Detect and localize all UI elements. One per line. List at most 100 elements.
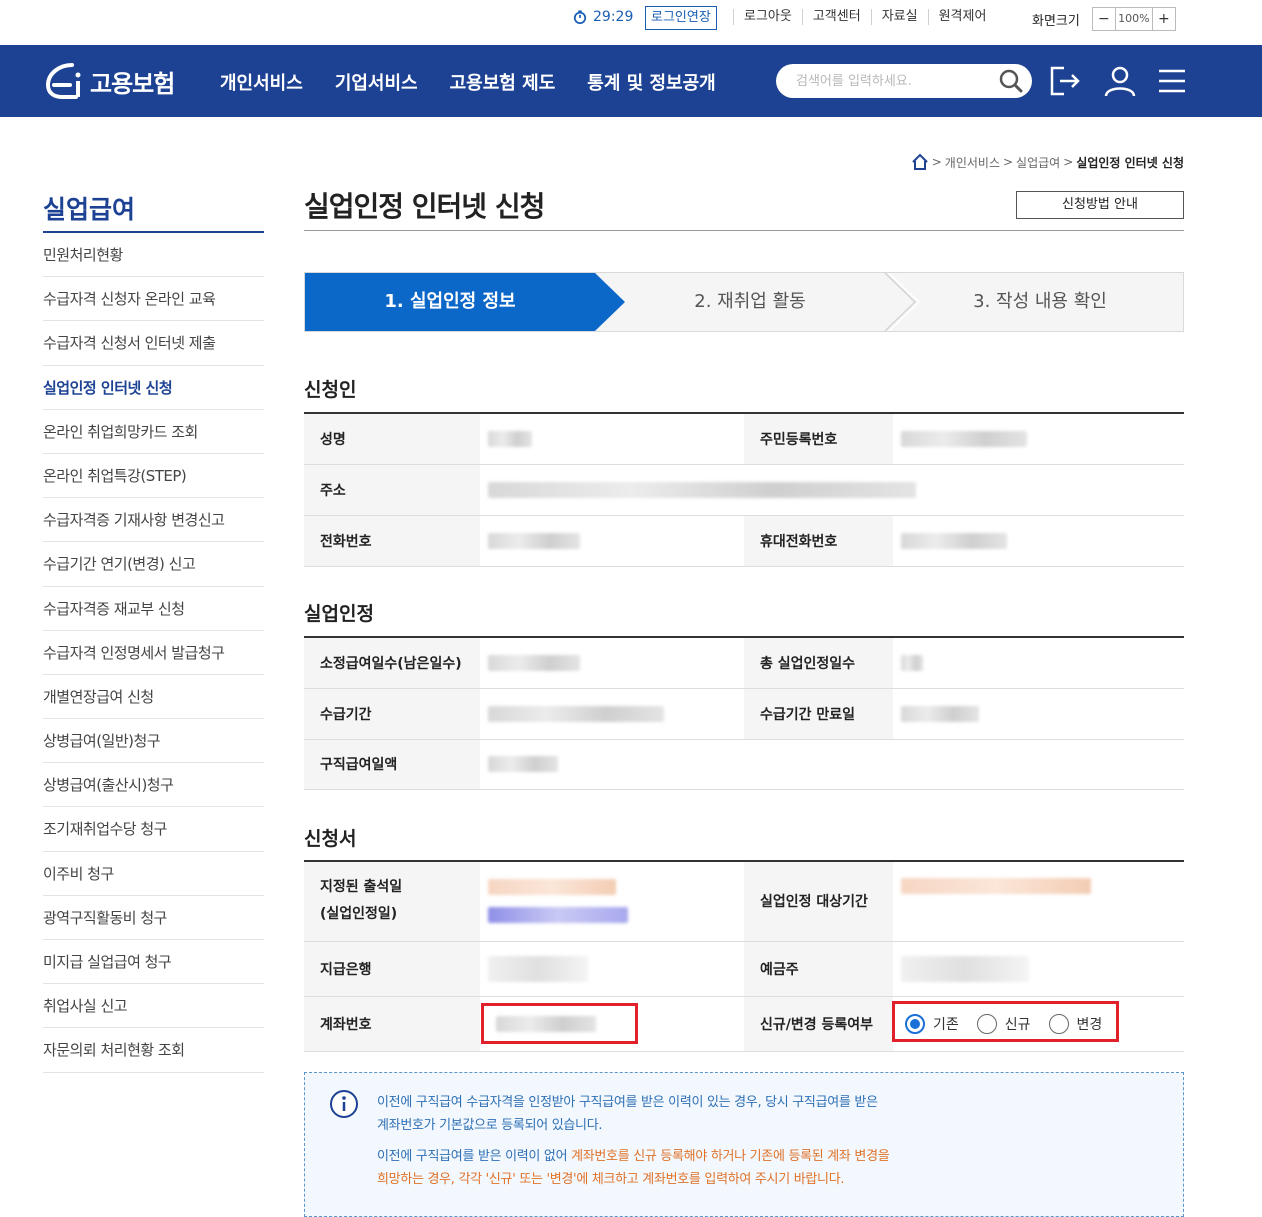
highlight-register-type	[892, 1001, 1119, 1042]
sidebar-item[interactable]: 이주비 청구	[43, 852, 264, 896]
benefit-period-value	[480, 688, 744, 740]
step-2: 2. 재취업 활동	[694, 291, 806, 312]
sidebar-item[interactable]: 자문의뢰 처리현황 조회	[43, 1028, 264, 1073]
sidebar-item-active[interactable]: 실업인정 인터넷 신청	[43, 366, 264, 410]
utility-bar: 29:29 로그인연장 로그아웃 고객센터 자료실 원격제어 화면크기 − 10…	[0, 0, 1262, 45]
site-logo[interactable]: 고용보험	[42, 59, 175, 103]
address-value	[480, 464, 1184, 516]
benefit-period-label: 수급기간	[304, 688, 480, 740]
bank-select[interactable]	[480, 941, 744, 997]
step-1: 1. 실업인정 정보	[384, 291, 516, 312]
breadcrumb-sep: >	[931, 155, 942, 169]
sidebar-item[interactable]: 상병급여(출산시)청구	[43, 763, 264, 808]
notice-line-3b: 계좌번호를 신규 등록해야 하거나 기존에 등록된 계좌 변경을	[571, 1149, 890, 1164]
logo-text: 고용보험	[90, 69, 175, 98]
total-days-value	[893, 637, 1184, 689]
section-title-recognition: 실업인정	[304, 603, 374, 625]
main-nav: 개인서비스 기업서비스 고용보험 제도 통계 및 정보공개	[220, 69, 716, 95]
notice-line-3: 이전에 구직급여를 받은 이력이 없어 계좌번호를 신규 등록해야 하거나 기존…	[377, 1145, 890, 1168]
rrn-label: 주민등록번호	[744, 413, 893, 465]
zoom-out-button[interactable]: −	[1093, 8, 1115, 30]
daily-benefit-value	[480, 739, 1184, 790]
sidebar-item[interactable]: 수급자격 인정명세서 발급청구	[43, 631, 264, 675]
highlight-account-number	[481, 1003, 638, 1044]
sidebar-title: 실업급여	[43, 190, 264, 233]
sidebar-item[interactable]: 온라인 취업특강(STEP)	[43, 454, 264, 499]
attendance-date-label: 지정된 출석일 (실업인정일)	[304, 861, 480, 942]
attendance-label-line1: 지정된 출석일	[320, 879, 403, 896]
sidebar-item[interactable]: 광역구직활동비 청구	[43, 896, 264, 940]
zoom-box: − 100% +	[1091, 7, 1176, 31]
user-icon[interactable]	[1103, 64, 1137, 98]
breadcrumb-sep: >	[1063, 155, 1074, 169]
phone-value	[480, 515, 744, 567]
section-title-form: 신청서	[304, 828, 357, 850]
sidebar-item[interactable]: 수급자격 신청서 인터넷 제출	[43, 321, 264, 366]
main-content: 실업인정 인터넷 신청 신청방법 안내 1. 실업인정 정보 2. 재취업 활동…	[304, 185, 1184, 1217]
bank-label: 지급은행	[304, 941, 480, 997]
sidebar-item[interactable]: 조기재취업수당 청구	[43, 807, 264, 852]
zoom-in-button[interactable]: +	[1153, 8, 1175, 30]
mobile-label: 휴대전화번호	[744, 515, 893, 567]
zoom-label: 화면크기	[1032, 13, 1080, 29]
library-link[interactable]: 자료실	[870, 9, 928, 25]
breadcrumb-item[interactable]: 개인서비스	[945, 154, 1000, 171]
notice-line-3a: 이전에 구직급여를 받은 이력이 없어	[377, 1149, 572, 1164]
sidebar-item[interactable]: 취업사실 신고	[43, 984, 264, 1029]
sidebar-item[interactable]: 수급자격 신청자 온라인 교육	[43, 277, 264, 322]
stopwatch-icon	[573, 10, 587, 24]
step-3: 3. 작성 내용 확인	[973, 291, 1107, 312]
nav-personal[interactable]: 개인서비스	[220, 69, 303, 95]
guide-button[interactable]: 신청방법 안내	[1016, 191, 1184, 219]
attendance-label-line2: (실업인정일)	[320, 906, 398, 923]
ei-logo-icon	[45, 63, 81, 99]
customer-center-link[interactable]: 고객센터	[801, 9, 871, 25]
session-timer: 29:29	[573, 9, 633, 25]
nav-business[interactable]: 기업서비스	[335, 69, 418, 95]
site-header: 고용보험 개인서비스 기업서비스 고용보험 제도 통계 및 정보공개	[0, 45, 1262, 117]
search-box	[776, 64, 1032, 98]
daily-benefit-label: 구직급여일액	[304, 739, 480, 790]
target-period-label: 실업인정 대상기간	[744, 861, 893, 942]
info-icon	[330, 1090, 358, 1118]
notice-line-2: 계좌번호가 기본값으로 등록되어 있습니다.	[377, 1118, 603, 1133]
logout-icon[interactable]	[1048, 64, 1082, 98]
sidebar-item[interactable]: 수급자격증 기재사항 변경신고	[43, 498, 264, 543]
menu-icon[interactable]	[1155, 64, 1189, 98]
attendance-date-value	[480, 861, 744, 942]
nav-statistics[interactable]: 통계 및 정보공개	[587, 69, 715, 95]
benefit-days-value	[480, 637, 744, 689]
account-holder-value	[893, 941, 1184, 997]
breadcrumb: > 개인서비스 > 실업급여 > 실업인정 인터넷 신청	[911, 153, 1184, 171]
logout-link[interactable]: 로그아웃	[733, 9, 802, 25]
mobile-value	[893, 515, 1184, 567]
sidebar-item[interactable]: 수급기간 연기(변경) 신고	[43, 542, 264, 587]
sidebar-item[interactable]: 개별연장급여 신청	[43, 675, 264, 720]
notice-box: 이전에 구직급여 수급자격을 인정받아 구직급여를 받은 이력이 있는 경우, …	[304, 1072, 1184, 1217]
rrn-value	[893, 413, 1184, 465]
name-label: 성명	[304, 413, 480, 465]
sidebar-item[interactable]: 미지급 실업급여 청구	[43, 940, 264, 985]
remote-control-link[interactable]: 원격제어	[927, 9, 997, 25]
notice-line-1: 이전에 구직급여 수급자격을 인정받아 구직급여를 받은 이력이 있는 경우, …	[377, 1095, 878, 1110]
sidebar-item[interactable]: 민원처리현황	[43, 233, 264, 278]
register-type-label: 신규/변경 등록여부	[744, 996, 893, 1052]
sidebar: 실업급여 민원처리현황 수급자격 신청자 온라인 교육 수급자격 신청서 인터넷…	[43, 190, 264, 1073]
sidebar-item[interactable]: 온라인 취업희망카드 조회	[43, 410, 264, 454]
timer-value: 29:29	[593, 9, 634, 25]
breadcrumb-item[interactable]: 실업급여	[1016, 154, 1060, 171]
home-icon[interactable]	[911, 153, 929, 171]
sidebar-item[interactable]: 상병급여(일반)청구	[43, 719, 264, 764]
address-label: 주소	[304, 464, 480, 516]
search-input[interactable]	[796, 71, 986, 91]
breadcrumb-current: 실업인정 인터넷 신청	[1076, 155, 1184, 170]
search-icon[interactable]	[998, 68, 1024, 94]
sidebar-menu: 민원처리현황 수급자격 신청자 온라인 교육 수급자격 신청서 인터넷 제출 실…	[43, 233, 264, 1073]
sidebar-item[interactable]: 수급자격증 재교부 신청	[43, 587, 264, 631]
nav-system[interactable]: 고용보험 제도	[450, 69, 556, 95]
login-extend-button[interactable]: 로그인연장	[645, 6, 717, 30]
total-days-label: 총 실업인정일수	[744, 637, 893, 689]
recognition-table: 소정급여일수(남은일수) 총 실업인정일수 수급기간 수급기간 만료일 구직급여…	[304, 636, 1184, 790]
applicant-table: 성명 주민등록번호 주소 전화번호 휴대전화번호	[304, 412, 1184, 567]
notice-line-4: 희망하는 경우, 각각 '신규' 또는 '변경'에 체크하고 계좌번호를 입력하…	[377, 1172, 845, 1187]
